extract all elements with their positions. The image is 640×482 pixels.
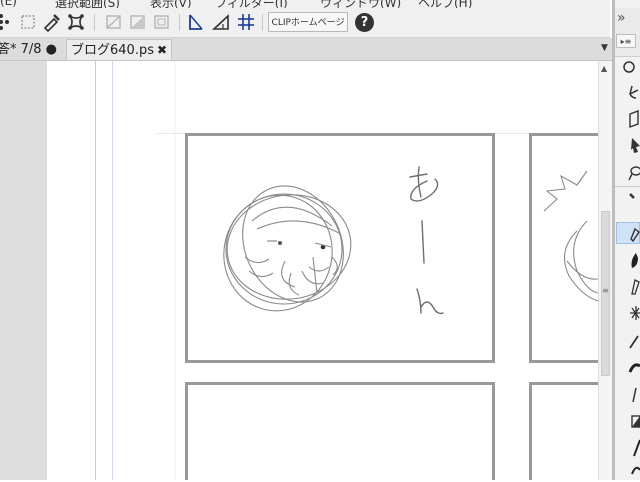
- menu-item-edit[interactable]: (E): [0, 0, 17, 8]
- gradient-tool-icon[interactable]: [616, 436, 640, 458]
- tab-list-menu-icon[interactable]: ▼: [601, 43, 608, 53]
- ruler-icon[interactable]: [211, 12, 231, 32]
- comic-panel-frame: [529, 133, 598, 363]
- crop-icon[interactable]: [18, 12, 38, 32]
- figure-tool-icon[interactable]: [616, 460, 640, 482]
- document-tab-bar: 答* 7/8 ● ブログ640.ps ✖ ▼: [0, 38, 612, 61]
- canvas-background: [0, 61, 47, 480]
- close-tab-icon[interactable]: ✖: [157, 40, 167, 60]
- zoom-tool-icon[interactable]: [616, 57, 640, 79]
- eyedropper-tool-icon[interactable]: [616, 190, 640, 212]
- effect-sketch: [543, 170, 598, 302]
- lasso-tool-icon[interactable]: [616, 160, 640, 182]
- menu-item-help[interactable]: ヘルプ(H): [418, 0, 472, 8]
- clip-homepage-button[interactable]: CLIPホームページ: [268, 12, 348, 32]
- select-arrow-icon[interactable]: [616, 134, 640, 156]
- handwritten-text-drawing: [409, 166, 444, 315]
- fill-icon[interactable]: [128, 12, 148, 32]
- pen-tool-icon[interactable]: [616, 222, 640, 244]
- tool-panel: » ▸≡: [615, 0, 640, 480]
- decoration-tool-icon[interactable]: [616, 330, 640, 352]
- tab-document-blog640[interactable]: ブログ640.ps ✖: [66, 39, 172, 60]
- frame-icon[interactable]: [152, 12, 172, 32]
- disabled-ruler-icon[interactable]: [104, 12, 124, 32]
- comic-panel-frame: [185, 133, 495, 363]
- menu-item-window[interactable]: ウィンドウ(W): [320, 0, 401, 8]
- perspective-ruler-icon[interactable]: [186, 12, 206, 32]
- comic-panel-frame: [185, 382, 495, 480]
- eyedropper-ruler-icon[interactable]: [42, 12, 62, 32]
- menu-item-selection[interactable]: 選択範囲(S): [55, 0, 120, 8]
- collapse-panel-icon[interactable]: »: [617, 10, 626, 26]
- brush-tool-icon[interactable]: [616, 250, 640, 272]
- face-sketch: [223, 185, 352, 312]
- mesh-transform-icon[interactable]: [66, 12, 86, 32]
- blend-tool-icon[interactable]: [616, 384, 640, 406]
- airbrush-tool-icon[interactable]: [616, 302, 640, 324]
- hand-tool-icon[interactable]: [616, 82, 640, 104]
- panel-menu-icon[interactable]: ▸≡: [616, 34, 636, 48]
- tab-document-label: ブログ640.ps: [71, 43, 154, 58]
- help-icon[interactable]: ?: [355, 13, 374, 32]
- fill-tool-icon[interactable]: [616, 410, 640, 432]
- grid-icon[interactable]: [236, 12, 256, 32]
- command-bar: CLIPホームページ ?: [0, 8, 610, 38]
- scrollbar-thumb[interactable]: ≡: [601, 211, 610, 376]
- scroll-up-arrow-icon[interactable]: ▲: [601, 64, 607, 73]
- menu-bar: (E) 選択範囲(S) 表示(V) フィルター(I) ウィンドウ(W) ヘルプ(…: [0, 0, 610, 8]
- scrollbar-grip-icon: ≡: [602, 286, 609, 295]
- comic-panel-frame: [529, 382, 598, 480]
- menu-item-filter[interactable]: フィルター(I): [215, 0, 288, 8]
- transform-points-icon[interactable]: [0, 12, 14, 32]
- tab-document-1[interactable]: 答* 7/8 ●: [0, 39, 63, 60]
- menu-item-view[interactable]: 表示(V): [150, 0, 192, 8]
- vertical-scrollbar[interactable]: ▲ ≡: [598, 61, 612, 480]
- pencil-tool-icon[interactable]: [616, 276, 640, 298]
- canvas[interactable]: [47, 61, 598, 480]
- tool-panel-header: » ▸≡: [615, 8, 640, 57]
- object-tool-icon[interactable]: [616, 108, 640, 130]
- eraser-tool-icon[interactable]: [616, 358, 640, 380]
